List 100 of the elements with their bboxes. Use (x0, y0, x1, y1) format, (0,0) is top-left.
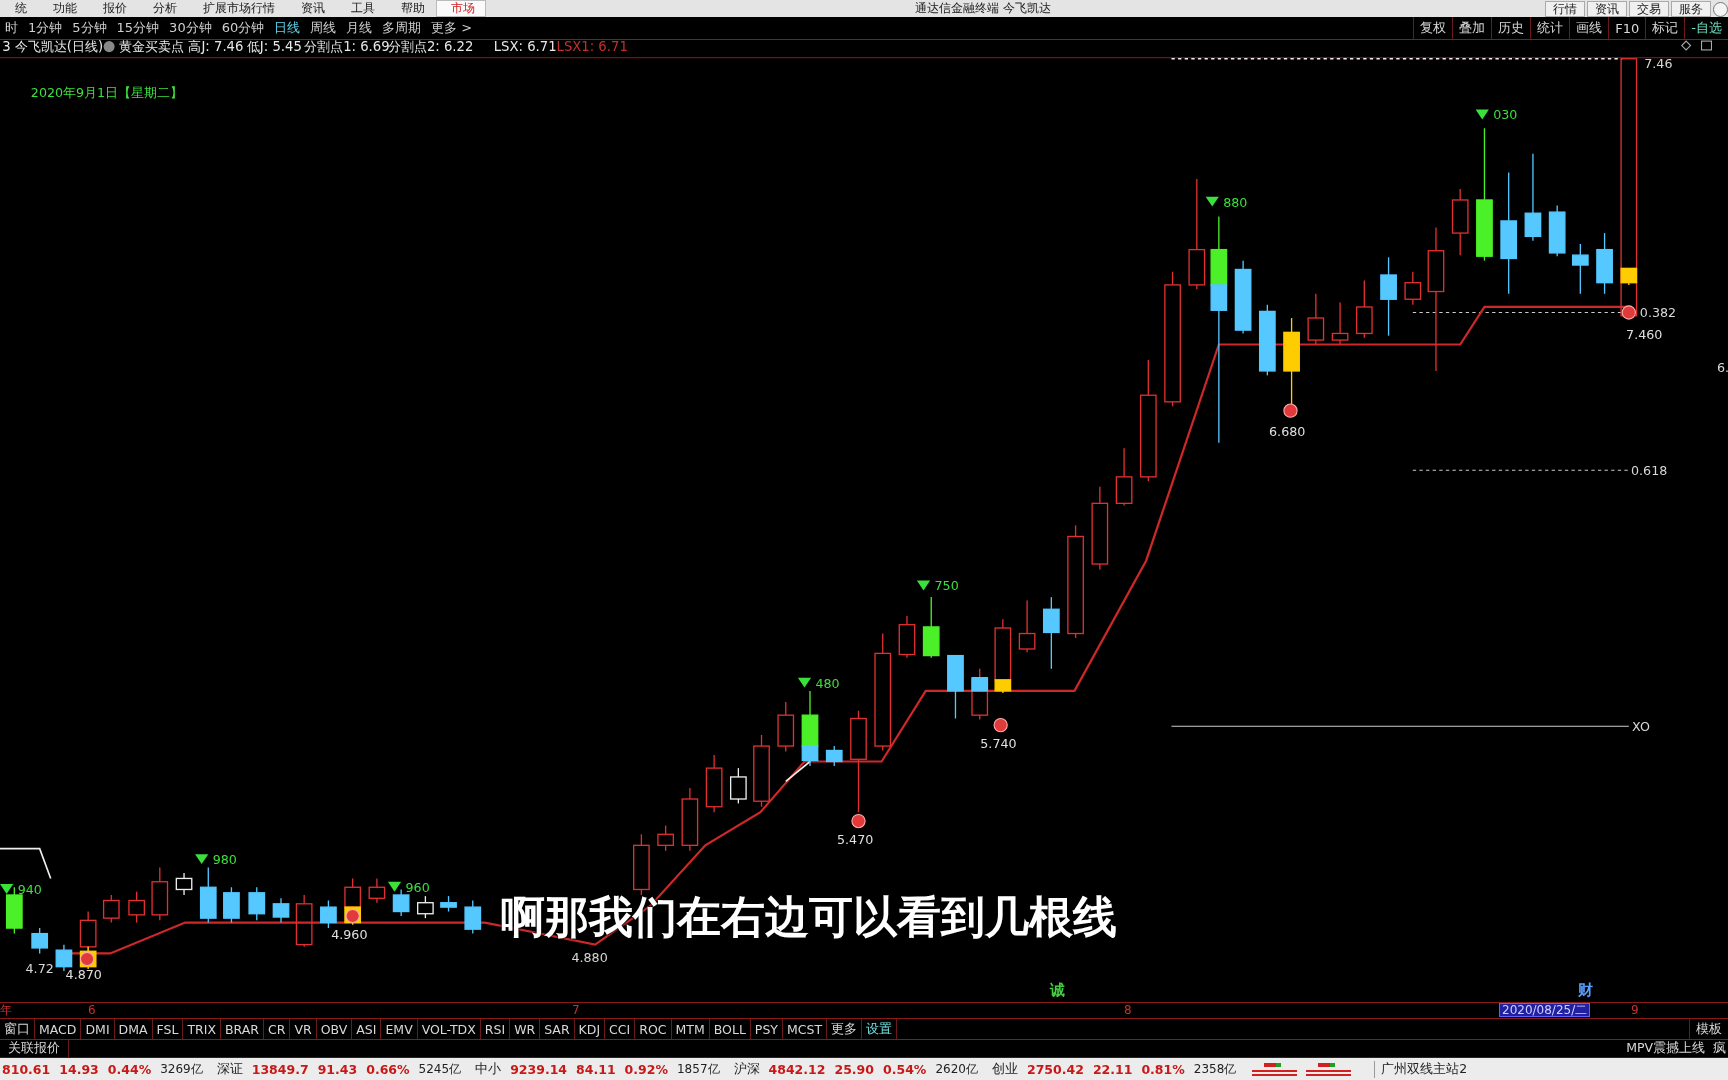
indicator-tab[interactable]: 设置 (862, 1019, 898, 1039)
menu-item[interactable]: 市场 (436, 0, 486, 17)
triangle-icon (916, 580, 931, 591)
indicator-tab[interactable]: BOLL (709, 1019, 751, 1039)
indicator-value: 低J: 5.45 (246, 40, 302, 55)
index-value: 810.61 (2, 1061, 51, 1077)
indicator-tab[interactable]: MACD (35, 1019, 82, 1039)
rising-candlestick (994, 618, 1012, 681)
indicator-tab[interactable]: EMV (381, 1019, 418, 1039)
ball-icon (79, 951, 95, 967)
indicator-tab[interactable]: SAR (540, 1019, 575, 1039)
period-tab[interactable]: 更多 > (426, 19, 478, 37)
toolbar-button[interactable]: 画线 (1569, 17, 1609, 39)
toolbar-button[interactable]: 标记 (1645, 17, 1685, 39)
indicator-tab[interactable]: ASI (352, 1019, 382, 1039)
menu-button[interactable]: 行情 (1545, 0, 1585, 17)
index-amount: 5245亿 (418, 1060, 462, 1078)
index-percent: 0.81% (1141, 1061, 1185, 1077)
period-tab[interactable]: 周线 (305, 19, 342, 37)
period-tab[interactable]: 60分钟 (216, 19, 270, 37)
index-value: 13849.7 (251, 1061, 309, 1077)
indicator-tab[interactable]: ROC (635, 1019, 672, 1039)
indicator-value: 分割点1: 6.69 (304, 40, 390, 55)
triangle-icon (0, 883, 14, 894)
indicator-tab[interactable]: TRIX (183, 1019, 221, 1039)
period-tab[interactable]: 30分钟 (164, 19, 217, 37)
menu-item[interactable]: 功能 (38, 0, 88, 17)
promo-link[interactable]: 疯 (1713, 1040, 1726, 1057)
index-value: 2750.42 (1026, 1061, 1084, 1077)
period-tab[interactable]: 月线 (341, 19, 378, 37)
indicator-tab[interactable]: FSL (152, 1019, 184, 1039)
toolbar-button[interactable]: 统计 (1530, 17, 1570, 39)
promo-link[interactable]: MPV震撼上线 (1626, 1040, 1705, 1057)
diamond-icon[interactable] (1680, 40, 1692, 51)
related-quote-tab[interactable]: 关联报价 (0, 1040, 69, 1057)
indicator-tab[interactable]: KDJ (574, 1019, 606, 1039)
menu-item[interactable]: 工具 (336, 0, 386, 17)
triangle-icon (1475, 109, 1489, 120)
indicator-tab[interactable]: RSI (480, 1019, 511, 1039)
indicator-tab[interactable]: CR (264, 1019, 291, 1039)
server-name: 广州双线主站2 (1374, 1060, 1468, 1078)
ball-icon (993, 717, 1008, 733)
toolbar-button[interactable]: 叠加 (1452, 17, 1492, 39)
panel-icon[interactable] (1701, 40, 1712, 51)
indicator-tab[interactable]: BRAR (221, 1019, 264, 1039)
indicator-tab[interactable]: MTM (671, 1019, 710, 1039)
indicator-name: 黄金买卖点 (119, 40, 184, 55)
index-amount: 1857亿 (677, 1060, 720, 1078)
menu-button[interactable]: 服务 (1671, 0, 1711, 17)
menu-button[interactable]: 资讯 (1587, 0, 1627, 17)
period-tab[interactable]: 日线 (269, 19, 306, 37)
indicator-tab[interactable]: 窗口 (0, 1019, 35, 1039)
toolbar-button[interactable]: F10 (1608, 17, 1646, 39)
flat-candlestick (417, 895, 434, 919)
dropdown-icon[interactable] (103, 41, 115, 53)
indicator-tab[interactable]: CCI (605, 1019, 636, 1039)
stock-title: 3 今飞凯达(日线) (2, 40, 104, 55)
index-change: 22.11 (1092, 1061, 1133, 1077)
low-point-label: 4.960 (331, 927, 368, 943)
period-tab[interactable]: 1分钟 (23, 19, 68, 37)
index-change: 84.11 (576, 1061, 616, 1077)
indicator-tab[interactable]: VOL-TDX (417, 1019, 481, 1039)
index-name: 创业 (991, 1060, 1018, 1078)
toolbar-button[interactable]: -自选 (1684, 17, 1728, 39)
menu-item[interactable]: 帮助 (386, 0, 436, 17)
period-tab[interactable]: 时 (0, 19, 23, 37)
toolbar-button[interactable]: 历史 (1491, 17, 1531, 39)
high-point-label: 750 (934, 578, 959, 594)
indicator-value: LSX: 6.71 (493, 40, 557, 55)
period-tab[interactable]: 15分钟 (111, 19, 165, 37)
template-button[interactable]: 模板 (1689, 1019, 1728, 1039)
menu-item[interactable]: 资讯 (286, 0, 336, 17)
menu-item[interactable]: 分析 (138, 0, 188, 17)
index-percent: 0.54% (883, 1061, 927, 1077)
indicator-tab[interactable]: WR (510, 1019, 541, 1039)
flat-candlestick (175, 872, 193, 896)
indicator-tab[interactable]: 更多 (827, 1019, 863, 1039)
indicator-tab[interactable]: PSY (750, 1019, 783, 1039)
indicator-tab[interactable]: MCST (782, 1019, 828, 1039)
menu-item[interactable]: 报价 (88, 0, 138, 17)
falling-candlestick (440, 895, 457, 913)
high-point-label: 880 (1223, 194, 1248, 210)
minimize-icon[interactable] (1713, 1, 1728, 17)
menu-item[interactable]: 统 (0, 0, 38, 17)
falling-candlestick (825, 745, 843, 767)
indicator-tab[interactable]: VR (290, 1019, 317, 1039)
trend-line (0, 847, 52, 880)
toolbar-button[interactable]: 复权 (1413, 17, 1453, 39)
index-name: 沪深 (733, 1060, 760, 1078)
price-label: 0.618 (1631, 462, 1668, 478)
period-tab[interactable]: 5分钟 (67, 19, 112, 37)
axis-tick: 8 (1124, 1003, 1132, 1017)
axis-tick: 7 (572, 1003, 580, 1017)
falling-candlestick (272, 897, 290, 924)
indicator-tab[interactable]: OBV (316, 1019, 353, 1039)
indicator-tab[interactable]: DMA (114, 1019, 153, 1039)
menu-button[interactable]: 交易 (1629, 0, 1669, 17)
indicator-tab[interactable]: DMI (81, 1019, 115, 1039)
menu-item[interactable]: 扩展市场行情 (188, 0, 286, 17)
period-tab[interactable]: 多周期 (377, 19, 427, 37)
